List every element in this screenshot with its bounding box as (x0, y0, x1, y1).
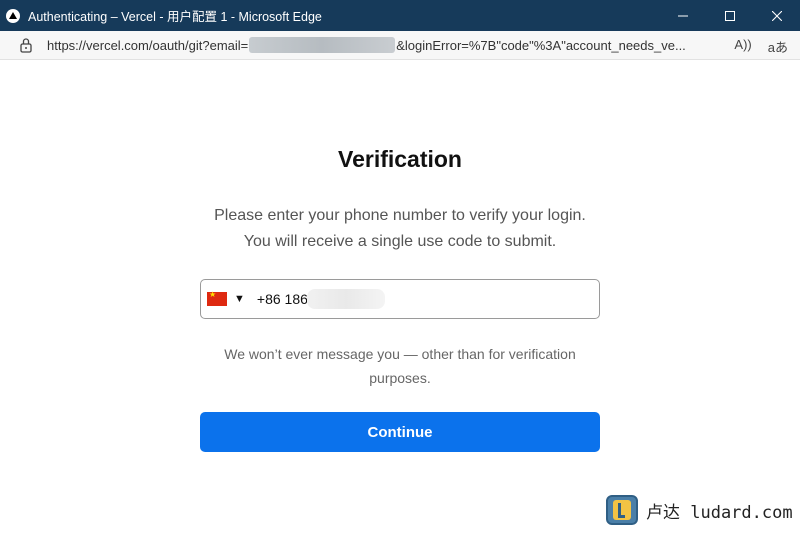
privacy-note-line-1: We won’t ever message you — other than f… (224, 346, 576, 362)
close-icon (771, 10, 782, 21)
redacted-phone-digits (306, 289, 385, 309)
watermark: 卢达 ludard.com (606, 495, 793, 525)
watermark-logo-icon (606, 495, 638, 525)
chevron-down-icon: ▼ (234, 293, 245, 305)
page-title: Verification (338, 146, 462, 172)
minimize-icon (677, 15, 688, 16)
url-suffix: &loginError=%7B"code"%3A"account_needs_v… (396, 37, 686, 53)
maximize-icon (724, 10, 735, 21)
minimize-button[interactable] (659, 0, 706, 31)
maximize-button[interactable] (706, 0, 753, 31)
lock-icon[interactable] (19, 37, 33, 53)
phone-number-field[interactable]: ▼ (200, 279, 600, 319)
window-controls (659, 0, 800, 31)
address-bar: https://vercel.com/oauth/git?email= &log… (0, 31, 800, 60)
vercel-logo-icon (6, 8, 20, 23)
window-title-bar: Authenticating – Vercel - 用户配置 1 - Micro… (0, 0, 800, 31)
country-selector[interactable]: ▼ (207, 290, 245, 306)
read-aloud-icon[interactable]: A)) (734, 37, 751, 56)
url-field[interactable]: https://vercel.com/oauth/git?email= &log… (47, 37, 686, 53)
window-title: Authenticating – Vercel - 用户配置 1 - Micro… (28, 10, 322, 24)
instruction-line-2: You will receive a single use code to su… (243, 233, 557, 250)
address-bar-actions: A)) aあ (734, 37, 788, 56)
continue-button[interactable]: Continue (200, 412, 600, 452)
phone-input[interactable] (256, 291, 307, 307)
translate-icon[interactable]: aあ (768, 37, 788, 56)
url-prefix: https://vercel.com/oauth/git?email= (47, 37, 249, 53)
watermark-text: 卢达 ludard.com (646, 502, 793, 523)
instruction-line-1: Please enter your phone number to verify… (214, 207, 586, 224)
privacy-note-line-2: purposes. (369, 370, 431, 386)
china-flag-icon (207, 290, 227, 306)
close-button[interactable] (753, 0, 800, 31)
redacted-email (249, 37, 396, 53)
